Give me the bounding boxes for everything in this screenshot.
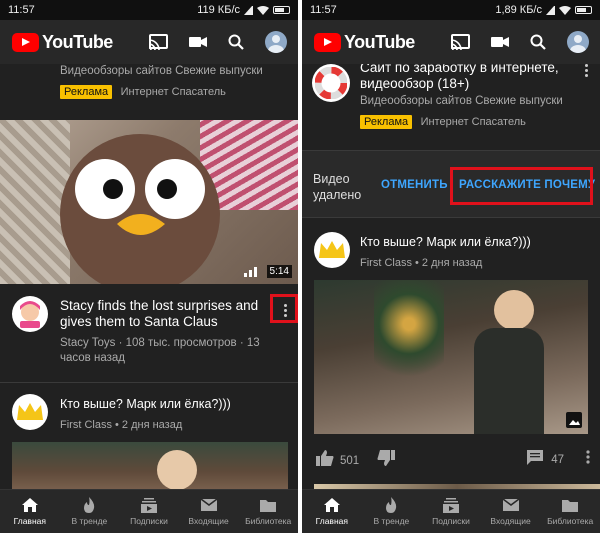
comment-icon[interactable] (527, 450, 544, 470)
ad-channel: Интернет Спасатель (420, 116, 526, 128)
highlight-box (270, 294, 298, 323)
search-icon[interactable] (526, 30, 550, 54)
phone-screen-right: 11:57 1,89 КБ/с YouTube Сайт по заработк… (302, 0, 600, 533)
nav-library[interactable]: Библиотека (238, 490, 298, 533)
post-image[interactable] (12, 442, 288, 489)
post-image[interactable] (314, 280, 588, 434)
ad-description: Видеообзоры сайтов Свежие выпуски (360, 95, 563, 107)
cast-icon[interactable] (448, 30, 472, 54)
youtube-play-icon (314, 33, 341, 52)
ad-title: Сайт по заработку в интернете, видеообзо… (360, 64, 559, 91)
nav-inbox[interactable]: Входящие (179, 490, 239, 533)
channel-avatar[interactable] (12, 394, 48, 430)
bottom-navigation: Главная В тренде Подписки Входящие Библи… (302, 489, 600, 533)
ad-badge: Реклама (360, 115, 413, 129)
app-header: YouTube (302, 20, 600, 64)
like-count: 501 (340, 454, 360, 467)
bottom-navigation: Главная В тренде Подписки Входящие Библи… (0, 489, 298, 533)
status-bar: 11:57 119 КБ/с (0, 0, 298, 20)
ad-card[interactable]: Видеообзоры сайтов Свежие выпуски Реклам… (60, 64, 280, 100)
subscriptions-icon (442, 497, 460, 513)
wifi-icon (257, 5, 269, 15)
like-icon[interactable] (316, 450, 334, 471)
nav-library[interactable]: Библиотека (540, 490, 600, 533)
status-time: 11:57 (310, 4, 337, 16)
battery-icon (273, 6, 290, 14)
cast-icon[interactable] (146, 30, 170, 54)
nav-home[interactable]: Главная (302, 490, 362, 533)
status-time: 11:57 (8, 4, 35, 16)
app-header: YouTube (0, 20, 298, 64)
lifebuoy-icon (315, 67, 347, 99)
channel-avatar[interactable] (12, 296, 48, 332)
video-removed-bar: Видео удалено ОТМЕНИТЬ РАССКАЖИТЕ ПОЧЕМУ (302, 150, 600, 218)
subscriptions-icon (140, 497, 158, 513)
video-duration: 5:14 (266, 265, 292, 278)
network-speed: 119 КБ/с (197, 4, 240, 16)
channel-avatar[interactable] (314, 232, 350, 268)
status-bar: 11:57 1,89 КБ/с (302, 0, 600, 20)
video-title[interactable]: Stacy finds the lost surprises and gives… (60, 298, 265, 330)
nav-home[interactable]: Главная (0, 490, 60, 533)
nav-subscriptions[interactable]: Подписки (119, 490, 179, 533)
dislike-icon[interactable] (377, 450, 396, 471)
home-icon (323, 497, 341, 513)
folder-icon (259, 497, 277, 513)
stacy-toys-logo-icon (20, 301, 40, 328)
ad-card[interactable]: Сайт по заработку в интернете, видеообзо… (360, 64, 578, 130)
post-meta: First Class • 2 дня назад (60, 419, 183, 431)
share-icon[interactable] (586, 450, 590, 469)
mail-icon (502, 497, 520, 513)
flame-icon (382, 497, 400, 513)
nav-trending[interactable]: В тренде (60, 490, 120, 533)
camera-icon[interactable] (186, 30, 210, 54)
account-avatar[interactable] (566, 30, 590, 54)
home-icon (21, 497, 39, 513)
image-icon (566, 412, 582, 428)
quality-bars-icon (244, 267, 257, 277)
video-thumbnail[interactable]: 5:14 (0, 120, 298, 284)
ad-channel: Интернет Спасатель (120, 86, 226, 98)
highlight-box (450, 167, 593, 205)
ad-description: Видеообзоры сайтов Свежие выпуски (60, 65, 263, 77)
undo-button[interactable]: ОТМЕНИТЬ (381, 179, 448, 191)
search-icon[interactable] (224, 30, 248, 54)
ad-badge: Реклама (60, 85, 113, 99)
more-options-icon[interactable] (584, 64, 588, 77)
signal-icon (546, 5, 555, 15)
post-text[interactable]: Кто выше? Марк или ёлка?))) (360, 234, 580, 250)
video-meta: Stacy Toys · 108 тыс. просмотров · 13 ча… (60, 337, 260, 364)
comparison-screenshot: 11:57 119 КБ/с YouTube Видеообзоры сайто… (0, 0, 600, 533)
nav-trending[interactable]: В тренде (362, 490, 422, 533)
youtube-logo[interactable]: YouTube (314, 32, 415, 53)
plush-owl-figure (60, 134, 220, 284)
folder-icon (561, 497, 579, 513)
youtube-play-icon (12, 33, 39, 52)
crown-icon (319, 241, 345, 258)
camera-icon[interactable] (488, 30, 512, 54)
nav-inbox[interactable]: Входящие (481, 490, 541, 533)
phone-screen-left: 11:57 119 КБ/с YouTube Видеообзоры сайто… (0, 0, 298, 533)
battery-icon (575, 6, 592, 14)
signal-icon (244, 5, 253, 15)
nav-subscriptions[interactable]: Подписки (421, 490, 481, 533)
mail-icon (200, 497, 218, 513)
network-speed: 1,89 КБ/с (495, 4, 542, 16)
ad-avatar[interactable] (312, 64, 350, 102)
account-avatar[interactable] (264, 30, 288, 54)
home-feed: Сайт по заработку в интернете, видеообзо… (302, 64, 600, 489)
comment-count: 47 (551, 454, 564, 466)
video-removed-label: Видео удалено (313, 172, 362, 202)
youtube-logo[interactable]: YouTube (12, 32, 113, 53)
post-meta: First Class • 2 дня назад (360, 257, 483, 269)
post-text[interactable]: Кто выше? Марк или ёлка?))) (60, 396, 280, 412)
home-feed: Видеообзоры сайтов Свежие выпуски Реклам… (0, 64, 298, 489)
flame-icon (80, 497, 98, 513)
crown-icon (17, 403, 43, 420)
wifi-icon (559, 5, 571, 15)
